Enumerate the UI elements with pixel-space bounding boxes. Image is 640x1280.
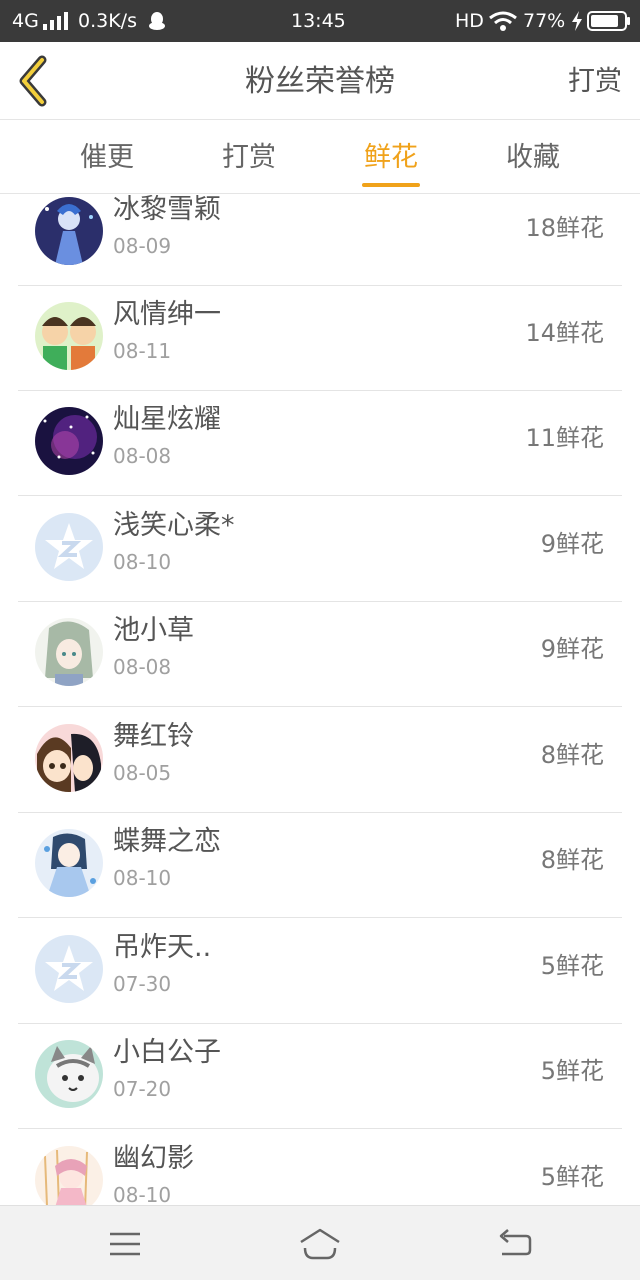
ranking-tabs: 催更 打赏 鲜花 收藏 bbox=[0, 121, 640, 194]
back-icon[interactable] bbox=[490, 1224, 540, 1264]
flower-count: 18鲜花 bbox=[525, 214, 604, 242]
battery-icon bbox=[587, 11, 630, 31]
fan-date: 08-11 bbox=[113, 339, 172, 363]
flower-count: 5鲜花 bbox=[540, 952, 604, 980]
fan-date: 08-10 bbox=[113, 550, 172, 574]
fan-name: 幽幻影 bbox=[113, 1143, 194, 1174]
home-icon[interactable] bbox=[295, 1224, 345, 1264]
avatar bbox=[35, 829, 103, 897]
app-header: 粉丝荣誉榜 打赏 bbox=[0, 42, 640, 120]
wifi-icon bbox=[489, 11, 517, 31]
flower-count: 5鲜花 bbox=[540, 1163, 604, 1191]
status-bar: 4G 0.3K/s 13:45 HD 77% bbox=[0, 0, 640, 42]
flower-count: 8鲜花 bbox=[540, 846, 604, 874]
list-item[interactable]: 小白公子 07-20 5鲜花 bbox=[18, 1024, 622, 1129]
avatar bbox=[35, 197, 103, 265]
battery-percent: 77% bbox=[523, 10, 566, 32]
signal-icon bbox=[43, 12, 69, 30]
list-item[interactable]: 舞红铃 08-05 8鲜花 bbox=[18, 708, 622, 813]
avatar bbox=[35, 1146, 103, 1205]
flower-count: 9鲜花 bbox=[540, 635, 604, 663]
fan-name: 冰黎雪颖 bbox=[113, 195, 221, 225]
tab-favorites[interactable]: 收藏 bbox=[473, 121, 593, 194]
default-avatar-icon bbox=[35, 513, 103, 581]
avatar bbox=[35, 302, 103, 370]
list-item[interactable]: 风情绅一 08-11 14鲜花 bbox=[18, 286, 622, 391]
avatar bbox=[35, 724, 103, 792]
reward-button[interactable]: 打赏 bbox=[568, 64, 622, 100]
avatar bbox=[35, 1040, 103, 1108]
network-speed: 0.3K/s bbox=[78, 10, 137, 32]
fan-name: 小白公子 bbox=[113, 1037, 221, 1068]
active-tab-indicator bbox=[362, 183, 420, 187]
fan-date: 07-20 bbox=[113, 1077, 172, 1101]
avatar bbox=[35, 618, 103, 686]
avatar bbox=[35, 407, 103, 475]
charging-bolt-icon bbox=[572, 11, 582, 31]
list-item[interactable]: 蝶舞之恋 08-10 8鲜花 bbox=[18, 813, 622, 918]
flower-count: 11鲜花 bbox=[525, 424, 604, 452]
flower-count: 9鲜花 bbox=[540, 530, 604, 558]
default-avatar-icon bbox=[35, 935, 103, 1003]
list-item[interactable]: 幽幻影 08-10 5鲜花 bbox=[18, 1130, 622, 1205]
qq-icon bbox=[149, 12, 165, 30]
fan-name: 浅笑心柔* bbox=[113, 510, 235, 541]
list-item[interactable]: 灿星炫耀 08-08 11鲜花 bbox=[18, 391, 622, 496]
fan-ranking-list: 冰黎雪颖 08-09 18鲜花 风情绅一 08-11 14鲜花 灿星炫耀 08-… bbox=[0, 195, 640, 1205]
fan-date: 08-05 bbox=[113, 761, 172, 785]
fan-date: 08-10 bbox=[113, 1183, 172, 1205]
fan-date: 08-08 bbox=[113, 655, 172, 679]
flower-count: 8鲜花 bbox=[540, 741, 604, 769]
flower-count: 5鲜花 bbox=[540, 1057, 604, 1085]
fan-name: 池小草 bbox=[113, 615, 194, 646]
list-item[interactable]: 池小草 08-08 9鲜花 bbox=[18, 602, 622, 707]
fan-name: 风情绅一 bbox=[113, 299, 221, 330]
menu-icon[interactable] bbox=[100, 1224, 150, 1264]
tab-reward[interactable]: 打赏 bbox=[189, 121, 309, 194]
tab-urge-update[interactable]: 催更 bbox=[47, 121, 167, 194]
fan-name: 吊炸天.. bbox=[113, 932, 212, 963]
flower-count: 14鲜花 bbox=[525, 319, 604, 347]
clock: 13:45 bbox=[291, 10, 346, 32]
fan-date: 08-10 bbox=[113, 866, 172, 890]
fan-date: 07-30 bbox=[113, 972, 172, 996]
fan-date: 08-09 bbox=[113, 234, 172, 258]
list-item[interactable]: 吊炸天.. 07-30 5鲜花 bbox=[18, 919, 622, 1024]
fan-name: 蝶舞之恋 bbox=[113, 826, 221, 857]
system-nav-bar bbox=[0, 1205, 640, 1280]
hd-indicator: HD bbox=[455, 10, 484, 32]
list-item[interactable]: 浅笑心柔* 08-10 9鲜花 bbox=[18, 497, 622, 602]
network-type: 4G bbox=[12, 10, 39, 32]
list-item[interactable]: 冰黎雪颖 08-09 18鲜花 bbox=[18, 195, 622, 286]
fan-date: 08-08 bbox=[113, 444, 172, 468]
fan-name: 灿星炫耀 bbox=[113, 404, 221, 435]
page-title: 粉丝荣誉榜 bbox=[245, 64, 395, 99]
fan-name: 舞红铃 bbox=[113, 721, 194, 752]
